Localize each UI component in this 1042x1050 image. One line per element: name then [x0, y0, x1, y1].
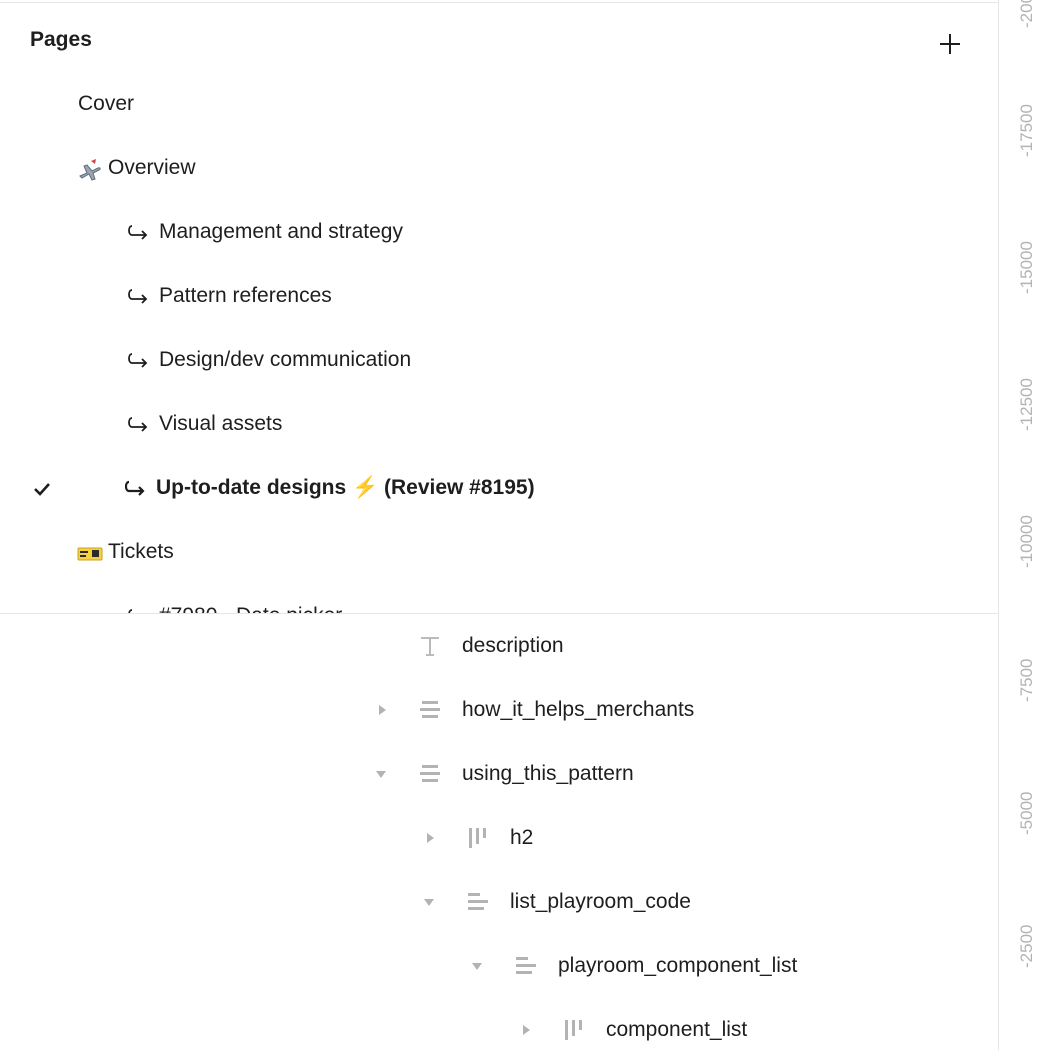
page-item-label: Up-to-date designs ⚡ (Review #8195): [156, 476, 535, 499]
page-item-visual-assets[interactable]: Visual assets: [0, 392, 998, 456]
sub-page-arrow-icon: [125, 480, 145, 496]
vertical-stack-icon: [420, 765, 440, 782]
page-item-pattern-references[interactable]: Pattern references: [0, 264, 998, 328]
caret-down-icon[interactable]: [471, 960, 483, 972]
left-panel: Pages Cover Overview Management and stra…: [0, 0, 998, 1050]
sub-page-arrow-icon: [128, 417, 148, 432]
vertical-stack-icon: [516, 957, 536, 974]
horizontal-stack-icon: [565, 1020, 582, 1040]
page-item-design-dev-communication[interactable]: Design/dev communication: [0, 328, 998, 392]
layer-row[interactable]: list_playroom_code: [0, 870, 998, 934]
text-icon: [421, 637, 439, 656]
sub-page-arrow-icon: [128, 353, 148, 368]
top-border: [0, 2, 998, 3]
ruler-label: -5000: [1017, 791, 1036, 835]
layer-name: using_this_pattern: [462, 762, 634, 785]
plus-icon: [940, 34, 960, 54]
vertical-stack-icon: [468, 893, 488, 910]
checkmark-icon: [34, 483, 50, 496]
layer-row[interactable]: playroom_component_list: [0, 934, 998, 998]
vertical-ruler: -20000 -17500 -15000 -12500 -10000 -7500…: [998, 0, 1042, 1050]
ruler-label: -15000: [1017, 241, 1036, 294]
pages-header: Pages: [0, 14, 998, 70]
layer-row[interactable]: description: [0, 614, 998, 678]
add-page-button[interactable]: [930, 24, 970, 64]
layer-name: how_it_helps_merchants: [462, 698, 695, 721]
page-item-label: Visual assets: [159, 412, 283, 435]
page-item-date-picker[interactable]: #7980 - Date picker: [0, 584, 998, 613]
sub-page-arrow-icon: [128, 289, 148, 304]
layer-row[interactable]: h2: [0, 806, 998, 870]
layer-row[interactable]: using_this_pattern: [0, 742, 998, 806]
ruler-label: -17500: [1017, 104, 1036, 157]
page-item-management-and-strategy[interactable]: Management and strategy: [0, 200, 998, 264]
airplane-emoji-icon: [79, 159, 101, 181]
vertical-stack-icon: [420, 701, 440, 718]
layer-name: component_list: [606, 1018, 748, 1041]
horizontal-stack-icon: [469, 828, 486, 848]
ruler-label: -7500: [1017, 658, 1036, 702]
page-item-cover[interactable]: Cover: [0, 72, 998, 136]
layer-row[interactable]: component_list: [0, 998, 998, 1050]
page-item-up-to-date-designs[interactable]: Up-to-date designs ⚡ (Review #8195): [0, 456, 998, 520]
layer-name: description: [462, 634, 564, 657]
page-item-label: Cover: [78, 92, 135, 115]
page-item-label: Overview: [108, 156, 196, 179]
ruler-label: -2500: [1017, 924, 1036, 968]
page-item-label: Tickets: [108, 540, 174, 563]
caret-down-icon[interactable]: [423, 896, 435, 908]
page-item-label: #7980 - Date picker: [159, 604, 342, 613]
layer-name: list_playroom_code: [510, 890, 691, 913]
ruler-label: -12500: [1017, 378, 1036, 431]
page-item-tickets[interactable]: Tickets: [0, 520, 998, 584]
caret-right-icon[interactable]: [424, 832, 436, 844]
layer-name: h2: [510, 826, 534, 849]
pages-list: Cover Overview Management and strategy P…: [0, 72, 998, 613]
caret-right-icon[interactable]: [520, 1024, 532, 1036]
page-item-label: Management and strategy: [159, 220, 403, 243]
ticket-emoji-icon: [77, 547, 103, 561]
sub-page-arrow-icon: [128, 225, 148, 240]
ruler-label: -10000: [1017, 515, 1036, 568]
pages-title: Pages: [30, 28, 92, 51]
layers-tree: description how_it_helps_merchants using…: [0, 614, 998, 1050]
layer-row[interactable]: how_it_helps_merchants: [0, 678, 998, 742]
page-item-label: Pattern references: [159, 284, 332, 307]
ruler-label: -20000: [1017, 0, 1036, 28]
layer-name: playroom_component_list: [558, 954, 798, 977]
caret-right-icon[interactable]: [376, 704, 388, 716]
caret-down-icon[interactable]: [375, 768, 387, 780]
page-item-overview[interactable]: Overview: [0, 136, 998, 200]
page-item-label: Design/dev communication: [159, 348, 412, 371]
